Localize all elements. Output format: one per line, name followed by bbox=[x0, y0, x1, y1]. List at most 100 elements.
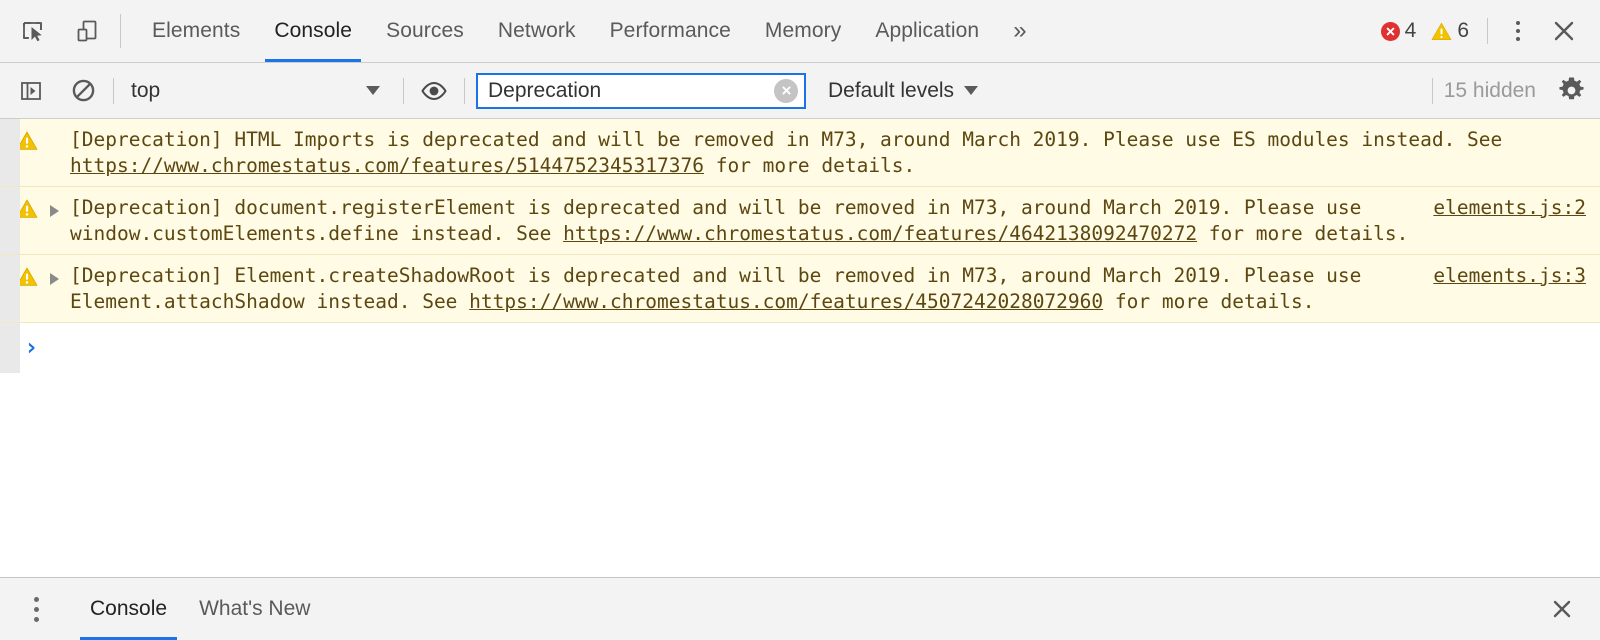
message-source-link[interactable]: elements.js:3 bbox=[1433, 263, 1586, 289]
drawer-tab-console[interactable]: Console bbox=[74, 578, 183, 640]
tab-memory[interactable]: Memory bbox=[748, 0, 858, 62]
clear-console-icon[interactable] bbox=[64, 72, 102, 110]
console-prompt[interactable]: › bbox=[0, 323, 1600, 373]
tab-application[interactable]: Application bbox=[858, 0, 996, 62]
hidden-messages-count: 15 hidden bbox=[1443, 78, 1536, 102]
gear-glyph bbox=[1558, 77, 1584, 100]
message-gutter bbox=[0, 187, 20, 254]
tab-performance-label: Performance bbox=[609, 19, 731, 42]
message-text-before: [Deprecation] HTML Imports is deprecated… bbox=[70, 128, 1515, 151]
drawer-toolbar: Console What's New bbox=[0, 577, 1600, 640]
tab-console-label: Console bbox=[274, 19, 353, 42]
clear-console-glyph bbox=[72, 79, 94, 102]
message-text-after: for more details. bbox=[1103, 289, 1315, 313]
main-menu-icon[interactable] bbox=[1500, 13, 1536, 49]
prompt-chevron-icon: › bbox=[24, 333, 39, 361]
message-link[interactable]: https://www.chromestatus.com/features/46… bbox=[563, 222, 1197, 245]
tab-memory-label: Memory bbox=[764, 19, 842, 42]
device-toggle-icon[interactable] bbox=[68, 12, 106, 50]
error-counter[interactable]: 4 bbox=[1380, 19, 1416, 43]
console-message-row[interactable]: [Deprecation] document.registerElement i… bbox=[0, 187, 1600, 255]
error-icon bbox=[1380, 21, 1400, 41]
tab-performance[interactable]: Performance bbox=[593, 0, 748, 62]
console-sidebar-glyph bbox=[21, 81, 41, 100]
console-empty-gutter bbox=[0, 373, 20, 577]
console-empty-area bbox=[0, 373, 1600, 577]
error-x-glyph bbox=[1386, 27, 1394, 35]
log-levels-selector[interactable]: Default levels bbox=[822, 74, 984, 108]
warning-count: 6 bbox=[1457, 19, 1469, 42]
tab-application-label: Application bbox=[875, 19, 980, 42]
message-link[interactable]: https://www.chromestatus.com/features/45… bbox=[469, 290, 1103, 313]
toolbar-right-divider bbox=[1487, 18, 1488, 44]
warning-counter[interactable]: 6 bbox=[1431, 19, 1469, 43]
drawer-tab-console-label: Console bbox=[90, 597, 168, 620]
execution-context-selector[interactable]: top bbox=[125, 74, 392, 108]
device-toggle-glyph bbox=[77, 20, 97, 42]
toolbar-left-icons bbox=[0, 0, 106, 62]
message-source-link[interactable]: elements.js:2 bbox=[1433, 195, 1586, 221]
toolbar-divider bbox=[120, 14, 121, 48]
kebab-dot bbox=[1516, 21, 1520, 25]
tab-sources[interactable]: Sources bbox=[369, 0, 481, 62]
inspect-element-glyph bbox=[23, 22, 42, 42]
chevron-down-icon bbox=[964, 86, 979, 95]
triangle-right-icon bbox=[49, 273, 59, 285]
prompt-gutter bbox=[0, 323, 20, 373]
settings-gear-icon[interactable] bbox=[1552, 72, 1590, 110]
filterbar-divider-2 bbox=[403, 77, 404, 104]
kebab-dot bbox=[33, 606, 39, 612]
tab-network-label: Network bbox=[497, 19, 576, 42]
main-toolbar: Elements Console Sources Network Perform… bbox=[0, 0, 1600, 63]
expand-message-arrow-icon[interactable] bbox=[46, 273, 62, 285]
chevron-down-icon bbox=[366, 86, 380, 95]
tab-elements[interactable]: Elements bbox=[135, 0, 257, 62]
console-filter-toolbar: top Default levels 15 hidden bbox=[0, 63, 1600, 119]
drawer-tab-whats-new[interactable]: What's New bbox=[183, 578, 326, 640]
drawer-tab-whats-new-label: What's New bbox=[199, 597, 311, 620]
message-link[interactable]: https://www.chromestatus.com/features/51… bbox=[70, 154, 704, 177]
expand-message-arrow-icon[interactable] bbox=[46, 205, 62, 217]
message-gutter bbox=[0, 255, 20, 322]
kebab-dot bbox=[1516, 37, 1520, 41]
console-prompt-input[interactable] bbox=[48, 335, 1600, 360]
close-devtools-icon[interactable] bbox=[1544, 11, 1584, 51]
filterbar-divider-1 bbox=[113, 77, 114, 104]
kebab-dot bbox=[1516, 29, 1520, 33]
execution-context-value: top bbox=[131, 78, 161, 102]
live-expression-icon[interactable] bbox=[415, 72, 453, 110]
tab-network[interactable]: Network bbox=[481, 0, 593, 62]
tab-elements-label: Elements bbox=[152, 19, 241, 42]
triangle-right-icon bbox=[49, 205, 59, 217]
more-tabs-icon[interactable]: » bbox=[996, 0, 1043, 62]
more-tabs-label: » bbox=[1013, 17, 1027, 44]
filter-input-wrapper[interactable] bbox=[476, 72, 806, 109]
message-text: [Deprecation] document.registerElement i… bbox=[70, 195, 1423, 246]
message-text-after: for more details. bbox=[703, 153, 916, 177]
console-sidebar-icon[interactable] bbox=[12, 72, 50, 110]
filterbar-right: 15 hidden bbox=[1421, 72, 1590, 110]
console-message-row[interactable]: [Deprecation] HTML Imports is deprecated… bbox=[0, 119, 1600, 187]
close-x-glyph bbox=[1554, 21, 1574, 41]
warning-icon bbox=[1431, 22, 1452, 40]
kebab-dot bbox=[33, 616, 39, 622]
message-gutter bbox=[0, 119, 20, 186]
drawer-right bbox=[1542, 578, 1600, 640]
clear-input-icon[interactable] bbox=[774, 78, 798, 103]
kebab-dot bbox=[33, 596, 39, 602]
eye-glyph bbox=[421, 81, 447, 100]
tab-console[interactable]: Console bbox=[257, 0, 369, 62]
log-levels-value: Default levels bbox=[828, 78, 955, 102]
tab-sources-label: Sources bbox=[386, 19, 464, 42]
message-text-after: for more details. bbox=[1197, 221, 1409, 245]
close-x-glyph bbox=[1553, 600, 1571, 618]
inspect-element-icon[interactable] bbox=[14, 12, 52, 50]
drawer-menu-icon[interactable] bbox=[16, 578, 56, 640]
filterbar-divider-4 bbox=[1431, 77, 1433, 104]
issue-counters[interactable]: 4 6 bbox=[1375, 19, 1475, 43]
close-drawer-icon[interactable] bbox=[1542, 589, 1582, 629]
console-message-row[interactable]: [Deprecation] Element.createShadowRoot i… bbox=[0, 255, 1600, 323]
drawer-tabs: Console What's New bbox=[74, 578, 326, 640]
message-text: [Deprecation] HTML Imports is deprecated… bbox=[70, 127, 1586, 178]
filter-input[interactable] bbox=[488, 78, 774, 103]
